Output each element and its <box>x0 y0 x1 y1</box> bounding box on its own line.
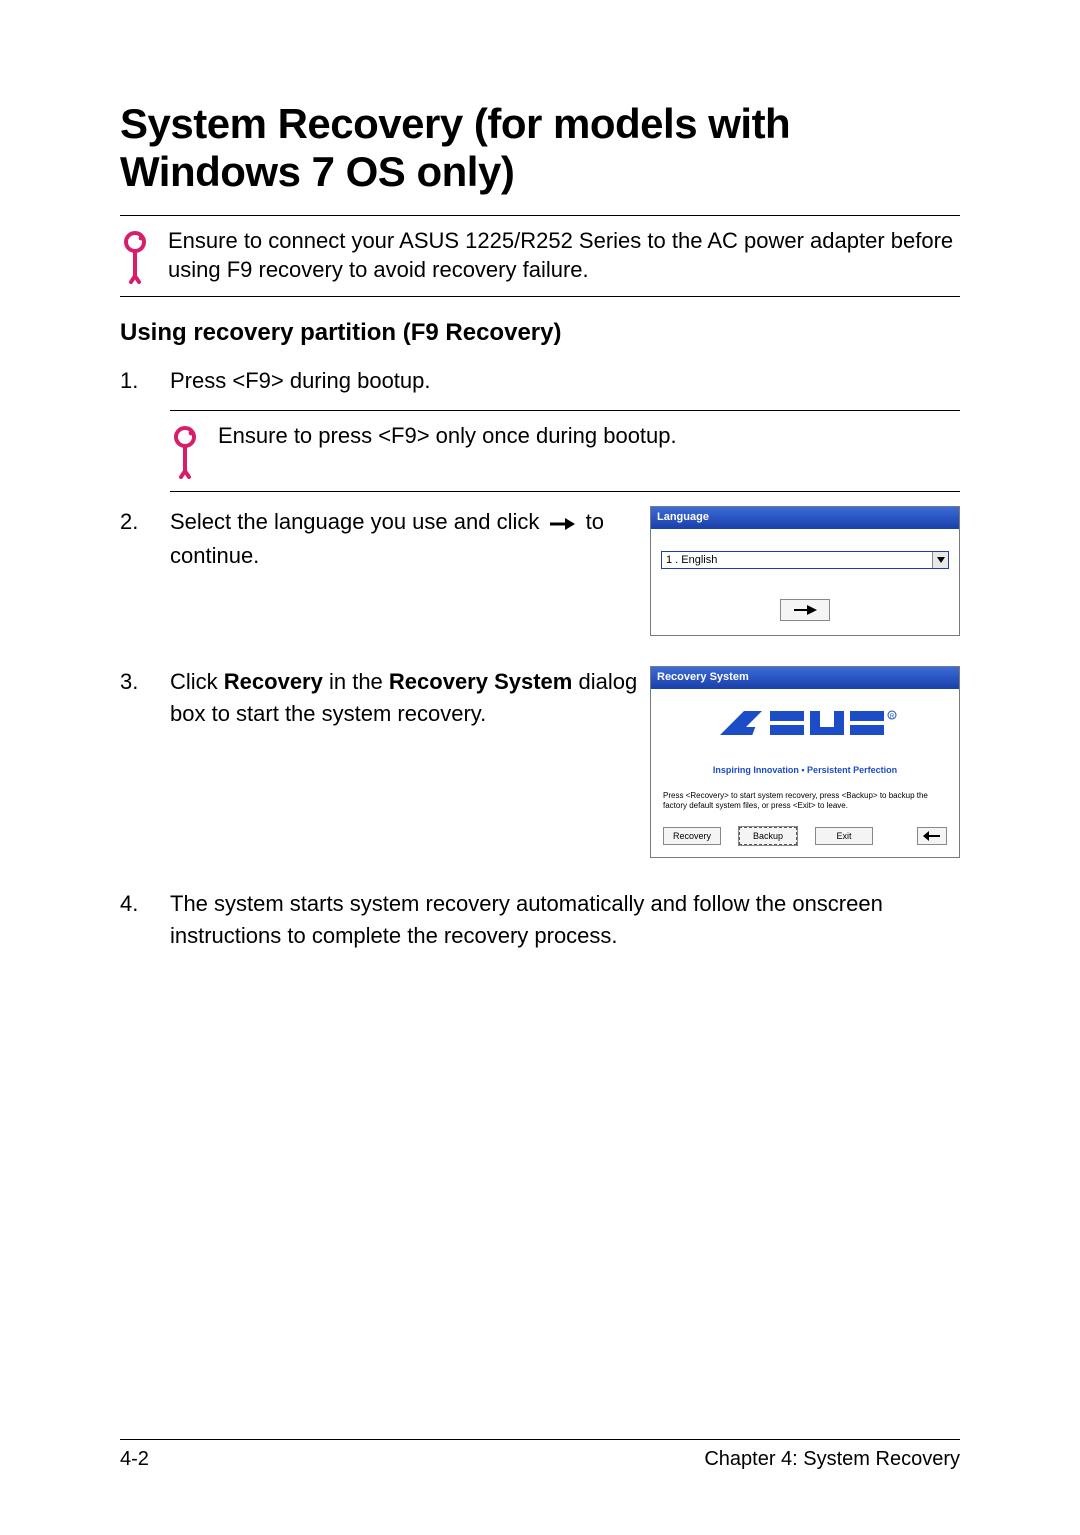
svg-text:R: R <box>890 714 895 720</box>
language-dropdown-value: 1 . English <box>662 552 932 568</box>
backup-button[interactable]: Backup <box>739 827 797 845</box>
recovery-button[interactable]: Recovery <box>663 827 721 845</box>
step-1: Press <F9> during bootup. <box>120 365 960 397</box>
page-number: 4-2 <box>120 1448 149 1471</box>
step-3-text: Click Recovery in the Recovery System di… <box>170 666 638 730</box>
note-box-2: Ensure to press <F9> only once during bo… <box>170 410 960 492</box>
continue-button[interactable] <box>780 599 830 621</box>
asus-logo: R <box>663 703 947 760</box>
step-3: Click Recovery in the Recovery System di… <box>120 666 960 858</box>
page-footer: 4-2 Chapter 4: System Recovery <box>120 1439 960 1471</box>
note-text-2: Ensure to press <F9> only once during bo… <box>218 421 960 451</box>
recovery-instructions: Press <Recovery> to start system recover… <box>663 791 947 811</box>
step-3-text-d: Recovery System <box>389 669 572 694</box>
step-1-text: Press <F9> during bootup. <box>170 365 960 397</box>
step-2-text-a: Select the language you use and click <box>170 509 545 534</box>
chevron-down-icon[interactable] <box>932 552 948 568</box>
section-heading: Using recovery partition (F9 Recovery) <box>120 319 960 347</box>
language-dialog-title: Language <box>651 507 959 529</box>
pin-icon <box>120 230 150 286</box>
page-title: System Recovery (for models with Windows… <box>120 100 960 197</box>
note-text-1: Ensure to connect your ASUS 1225/R252 Se… <box>168 226 960 285</box>
chapter-label: Chapter 4: System Recovery <box>704 1448 960 1471</box>
step-list-cont: Select the language you use and click to… <box>120 506 960 951</box>
arrow-right-icon <box>549 508 575 540</box>
step-4-text: The system starts system recovery automa… <box>170 888 960 952</box>
step-2: Select the language you use and click to… <box>120 506 960 636</box>
pin-icon <box>170 425 200 481</box>
step-3-text-b: Recovery <box>224 669 323 694</box>
recovery-dialog-title: Recovery System <box>651 667 959 689</box>
asus-tagline: Inspiring Innovation • Persistent Perfec… <box>663 764 947 777</box>
note-box-1: Ensure to connect your ASUS 1225/R252 Se… <box>120 215 960 297</box>
language-dialog: Language 1 . English <box>650 506 960 636</box>
language-dropdown[interactable]: 1 . English <box>661 551 949 569</box>
step-2-text: Select the language you use and click to… <box>170 506 638 571</box>
step-3-text-a: Click <box>170 669 224 694</box>
exit-button[interactable]: Exit <box>815 827 873 845</box>
recovery-dialog: Recovery System <box>650 666 960 858</box>
step-4: The system starts system recovery automa… <box>120 888 960 952</box>
back-button[interactable] <box>917 827 947 845</box>
step-3-text-c: in the <box>323 669 389 694</box>
page: System Recovery (for models with Windows… <box>0 0 1080 1535</box>
arrow-left-icon <box>923 831 941 841</box>
step-list: Press <F9> during bootup. <box>120 365 960 397</box>
